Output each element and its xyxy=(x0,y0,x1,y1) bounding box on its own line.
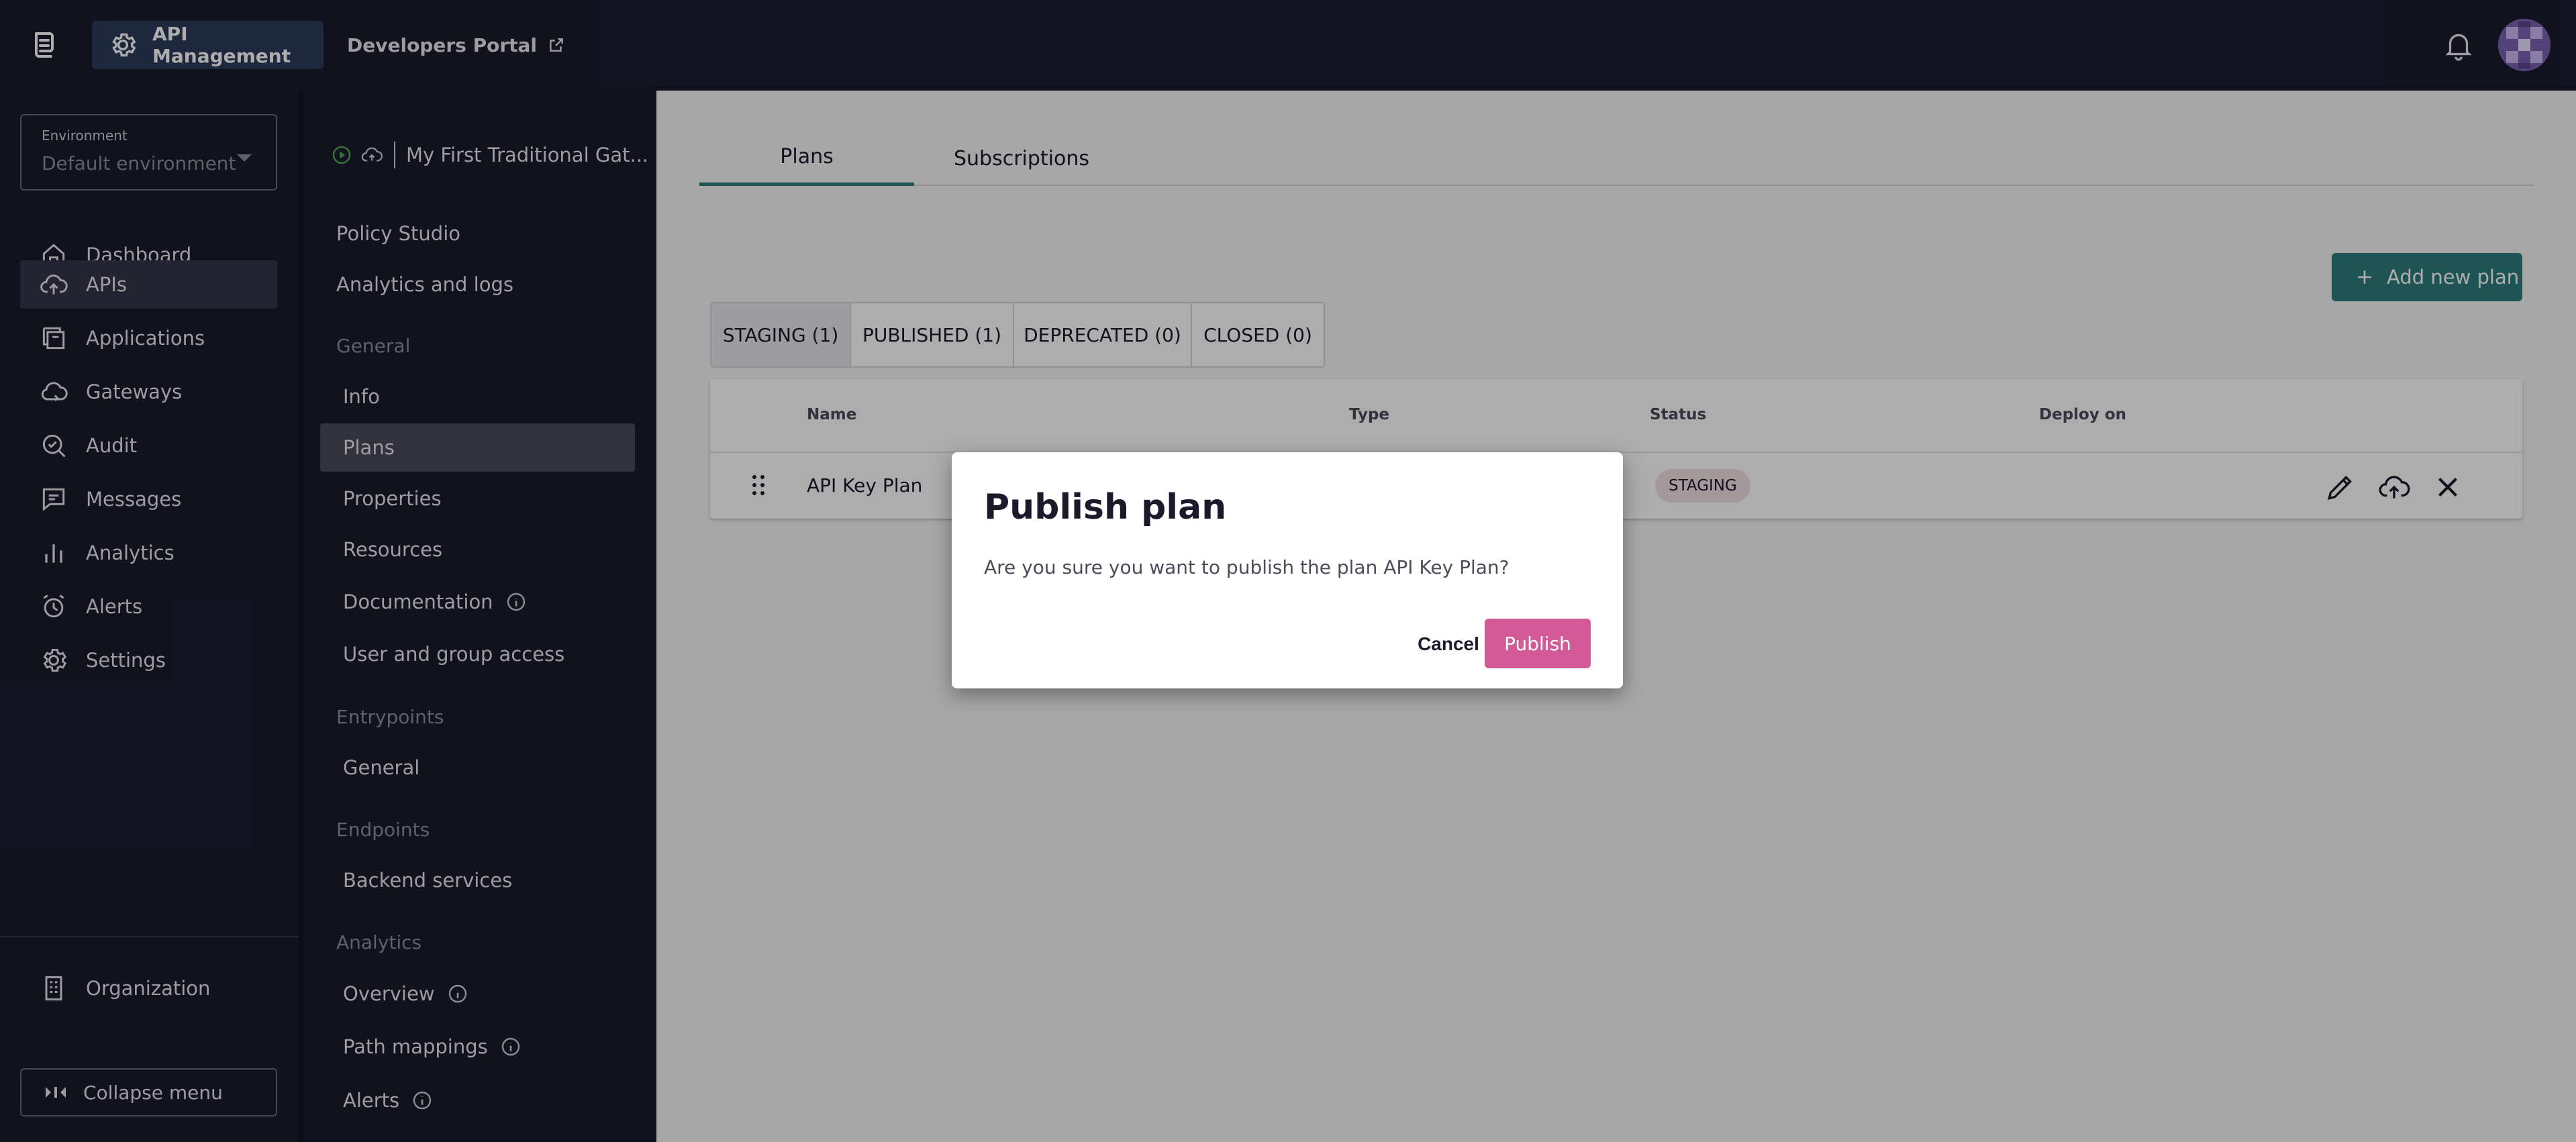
publish-button[interactable]: Publish xyxy=(1485,619,1591,668)
dialog-message: Are you sure you want to publish the pla… xyxy=(984,556,1509,578)
dialog-title: Publish plan xyxy=(984,487,1227,527)
publish-plan-dialog: Publish plan Are you sure you want to pu… xyxy=(952,452,1623,688)
cancel-button[interactable]: Cancel xyxy=(1408,620,1489,668)
